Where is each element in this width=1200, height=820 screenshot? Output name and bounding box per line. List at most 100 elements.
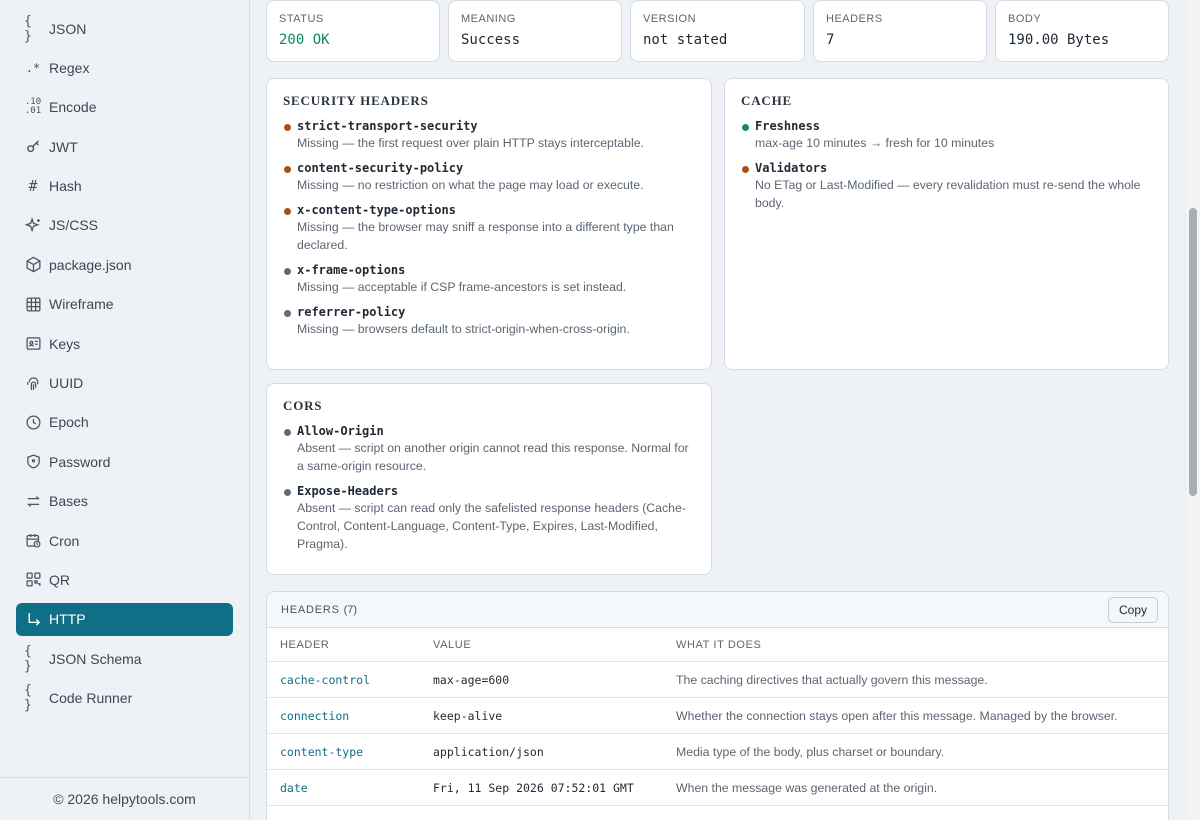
stat-value: not stated [643,32,728,48]
headers-table-title: HEADERS (7) [281,603,358,616]
sidebar-item-cron[interactable]: Cron [16,524,233,557]
status-dot-icon [284,166,291,173]
security-headers-card: SECURITY HEADERS strict-transport-securi… [266,78,712,370]
copy-button[interactable]: Copy [1107,596,1158,623]
sidebar-item-label: JWT [49,138,78,155]
braces-icon: { } [24,643,32,674]
sidebar-item-label: Regex [49,59,90,76]
calendar-clock-icon [24,532,42,550]
table-row: content-type application/json Media type o… [267,734,1168,770]
cache-item: Freshness max-age 10 minutes → fresh for … [741,119,1152,152]
id-card-icon [24,335,42,353]
header-name-cell: cache-control [280,672,371,687]
status-dot-icon [284,429,291,436]
sidebar-nav: { } JSON .* Regex .10.01 Encode JWT # Hash JS/CSS… [0,0,249,715]
sidebar-item-qr[interactable]: QR [16,563,233,596]
header-description-cell: When the message was generated at the or… [676,780,938,795]
stat-label: MEANING [461,13,516,25]
cache-card: CACHE Freshness max-age 10 minutes → fres… [724,78,1169,370]
scrollbar-thumb[interactable] [1189,208,1197,496]
item-description: Absent — script on another origin cannot… [297,441,689,473]
sidebar-item-label: QR [49,571,70,588]
item-key: Freshness [755,119,821,133]
stat-label: VERSION [643,13,697,25]
qr-icon [24,571,42,589]
security-item: x-frame-options Missing — acceptable if C… [283,263,695,296]
column-description: WHAT IT DOES [676,638,762,651]
item-description: Absent — script can read only the safeli… [297,501,686,551]
item-key: content-security-policy [297,161,464,175]
sidebar-item-jwt[interactable]: JWT [16,130,233,163]
header-value-cell: max-age=600 [433,672,510,687]
item-key: x-content-type-options [297,203,456,217]
sidebar-item-label: UUID [49,375,84,392]
sidebar-item-bases[interactable]: Bases [16,485,233,518]
header-value-cell: Fri, 11 Sep 2026 07:52:01 GMT [433,780,634,795]
sidebar-item-label: Bases [49,493,88,510]
page-scrollbar[interactable] [1186,0,1200,820]
sidebar: { } JSON .* Regex .10.01 Encode JWT # Hash JS/CSS… [0,0,250,820]
shield-icon [24,453,42,471]
sidebar-item-label: package.json [49,256,132,273]
status-dot-icon [742,166,749,173]
sidebar-item-label: Code Runner [49,690,133,707]
grid-icon [24,295,42,313]
security-item: x-content-type-options Missing — the brow… [283,203,695,254]
sidebar-item-wireframe[interactable]: Wireframe [16,288,233,321]
sidebar-item-label: Wireframe [49,296,114,313]
stat-label: HEADERS [826,13,883,25]
sidebar-item-password[interactable]: Password [16,445,233,478]
sidebar-item-label: Hash [49,178,82,195]
stat-label: BODY [1008,13,1042,25]
item-key: Allow-Origin [297,424,384,438]
sidebar-item-label: HTTP [49,611,86,628]
header-value-cell: keep-alive [433,708,503,723]
table-row: connection keep-alive Whether the connecti… [267,698,1168,734]
header-value-cell: application/json [433,744,544,759]
sidebar-item-json[interactable]: { } JSON [16,12,233,45]
sidebar-item-code-runner[interactable]: { } Code Runner [16,682,233,715]
braces-icon: { } [24,13,32,44]
sidebar-item-keys[interactable]: Keys [16,327,233,360]
binary-icon: .10.01 [24,97,42,117]
item-description: Missing — browsers default to strict-ori… [297,322,630,336]
sidebar-item-hash[interactable]: # Hash [16,170,233,203]
status-dot-icon [284,208,291,215]
item-description: Missing — the first request over plain H… [297,136,644,150]
sidebar-item-regex[interactable]: .* Regex [16,51,233,84]
sidebar-item-label: Cron [49,532,80,549]
sidebar-item-js-css[interactable]: JS/CSS [16,209,233,242]
sidebar-item-http[interactable]: HTTP [16,602,233,636]
column-value: VALUE [433,638,472,651]
arrows-icon [24,492,42,510]
fingerprint-icon [24,374,42,392]
stat-status: STATUS 200 OK [266,0,440,62]
package-icon [24,256,42,274]
stat-version: VERSION not stated [630,0,805,62]
item-key: strict-transport-security [297,119,478,133]
status-dot-icon [284,489,291,496]
sidebar-item-epoch[interactable]: Epoch [16,406,233,439]
corner-arrow-icon [24,610,42,628]
sidebar-item-encode[interactable]: .10.01 Encode [16,91,233,124]
sparkles-icon [24,216,42,234]
security-item: referrer-policy Missing — browsers defaul… [283,305,695,338]
sidebar-item-uuid[interactable]: UUID [16,367,233,400]
header-description-cell: Whether the connection stays open after … [676,708,1118,723]
item-description: No ETag or Last-Modified — every revalid… [755,178,1141,210]
table-row: date Fri, 11 Sep 2026 07:52:01 GMT When th… [267,770,1168,806]
item-description: Missing — acceptable if CSP frame-ancest… [297,280,627,294]
sidebar-item-json-schema[interactable]: { } JSON Schema [16,642,233,675]
status-dot-icon [284,310,291,317]
header-description-cell: The caching directives that actually gov… [676,672,988,687]
regex-icon: .* [25,60,41,75]
status-dot-icon [284,268,291,275]
sidebar-item-package-json[interactable]: package.json [16,248,233,281]
sidebar-item-label: JSON [49,20,87,37]
stat-value: 7 [826,32,835,48]
cors-item: Allow-Origin Absent — script on another o… [283,424,695,475]
clock-icon [24,413,42,431]
item-description: Missing — the browser may sniff a respon… [297,220,674,252]
cache-item: Validators No ETag or Last-Modified — eve… [741,161,1152,212]
header-name-cell: date [280,780,308,795]
